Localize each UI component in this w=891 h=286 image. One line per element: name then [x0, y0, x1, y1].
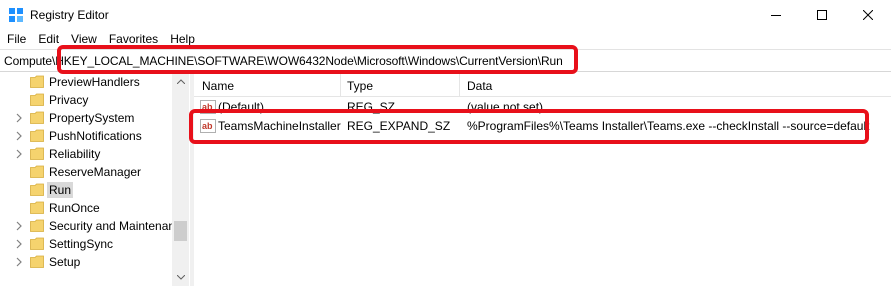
tree-item[interactable]: RunOnce [0, 199, 172, 217]
folder-icon [30, 255, 44, 268]
title-bar: Registry Editor [0, 0, 891, 30]
tree-item-label: Run [47, 182, 74, 198]
chevron-right-icon[interactable] [14, 257, 24, 267]
folder-icon [30, 129, 44, 142]
column-divider[interactable] [459, 73, 460, 97]
address-prefix: Compute [4, 54, 52, 68]
chevron-right-icon[interactable] [14, 221, 24, 231]
tree-item-label: ReserveManager [49, 165, 142, 179]
folder-icon [30, 147, 44, 160]
folder-icon [30, 219, 44, 232]
key-tree[interactable]: PreviewHandlers Privacy PropertySystem Push… [0, 73, 190, 286]
folder-icon [30, 93, 44, 106]
tree-item-label: Security and Maintenan [49, 219, 176, 233]
tree-scrollbar[interactable] [172, 73, 189, 286]
tree-item-label: PushNotifications [49, 129, 142, 143]
tree-item[interactable]: Security and Maintenan [0, 217, 175, 235]
tree-item-label: Privacy [49, 93, 89, 107]
values-list[interactable]: Name Type Data ab (Default) REG_SZ (valu… [194, 73, 891, 286]
folder-icon [30, 201, 44, 214]
tree-item-label: SettingSync [49, 237, 114, 251]
scroll-down-button[interactable] [172, 269, 189, 286]
row-highlight [189, 109, 869, 144]
maximize-button[interactable] [799, 0, 845, 30]
address-highlight [57, 45, 578, 74]
window-title: Registry Editor [30, 8, 109, 22]
column-name[interactable]: Name [202, 79, 234, 93]
tree-item[interactable]: PreviewHandlers [0, 73, 172, 91]
tree-item[interactable]: ReserveManager [0, 163, 172, 181]
minimize-button[interactable] [753, 0, 799, 30]
chevron-down-icon [176, 275, 185, 280]
menu-edit[interactable]: Edit [38, 30, 59, 48]
tree-item[interactable]: PropertySystem [0, 109, 172, 127]
registry-editor-icon [9, 8, 23, 22]
folder-icon [30, 75, 44, 88]
tree-item[interactable]: Privacy [0, 91, 172, 109]
chevron-up-icon [176, 79, 185, 84]
column-data[interactable]: Data [467, 79, 492, 93]
folder-icon [30, 111, 44, 124]
list-header: Name Type Data [194, 73, 891, 97]
minimize-icon [771, 15, 781, 16]
chevron-right-icon[interactable] [14, 113, 24, 123]
tree-item-label: RunOnce [49, 201, 100, 215]
tree-item[interactable]: Run [0, 181, 172, 199]
maximize-icon [817, 10, 827, 20]
folder-icon [30, 183, 44, 196]
tree-item[interactable]: PushNotifications [0, 127, 172, 145]
chevron-right-icon[interactable] [14, 149, 24, 159]
chevron-right-icon[interactable] [14, 239, 24, 249]
tree-item-label: Reliability [49, 147, 101, 161]
tree-item[interactable]: SettingSync [0, 235, 172, 253]
close-button[interactable] [845, 0, 891, 30]
chevron-right-icon[interactable] [14, 131, 24, 141]
tree-item[interactable]: Setup [0, 253, 172, 271]
folder-icon [30, 237, 44, 250]
menu-file[interactable]: File [7, 30, 26, 48]
tree-item[interactable]: Reliability [0, 145, 172, 163]
tree-item-label: Setup [49, 255, 81, 269]
tree-item-label: PropertySystem [49, 111, 135, 125]
column-divider[interactable] [340, 73, 341, 97]
close-icon [863, 10, 873, 20]
scroll-thumb[interactable] [174, 221, 187, 241]
scroll-up-button[interactable] [172, 73, 189, 90]
tree-item-label: PreviewHandlers [49, 75, 140, 89]
column-type[interactable]: Type [347, 79, 373, 93]
folder-icon [30, 165, 44, 178]
